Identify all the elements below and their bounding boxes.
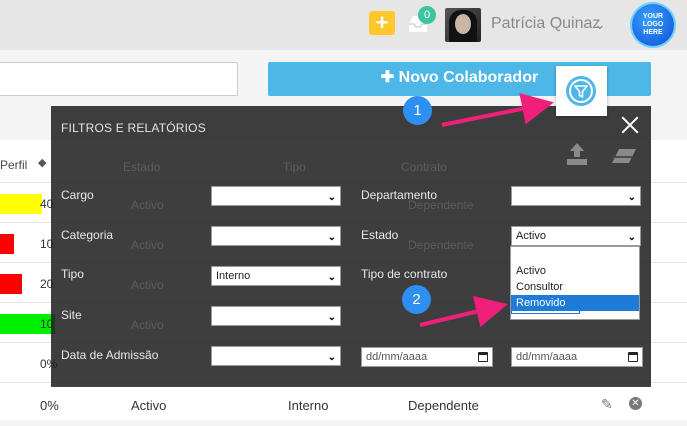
cell-tipo: Interno [288, 398, 329, 413]
label-tipo-contrato: Tipo de contrato [361, 267, 448, 281]
label-tipo: Tipo [61, 267, 84, 281]
chevron-down-icon: ⌄ [327, 232, 336, 243]
option-highlight [511, 295, 580, 314]
select-categoria[interactable]: ⌄ [211, 226, 341, 246]
option-activo[interactable]: Activo [511, 263, 639, 279]
calendar-icon[interactable] [478, 352, 488, 362]
chevron-down-icon: ⌄ [327, 192, 336, 203]
label-estado: Estado [361, 228, 399, 242]
user-name[interactable]: Patrícia Quinaz [491, 15, 600, 33]
cell-estado: Activo [131, 398, 167, 413]
edit-icon[interactable]: ✎ [601, 396, 613, 413]
step-1-badge: 1 [403, 96, 432, 125]
chevron-down-icon[interactable]: ⌄ [594, 16, 606, 33]
sort-icon[interactable]: ◆ [38, 156, 46, 169]
chevron-down-icon: ⌄ [627, 192, 636, 203]
faded-cell-estado: Activo [131, 278, 164, 292]
select-data-admissao[interactable]: ⌄ [211, 346, 341, 366]
select-estado[interactable]: Activo ⌄ [511, 226, 641, 246]
add-button[interactable]: + [369, 11, 395, 35]
calendar-icon[interactable] [628, 352, 638, 362]
plus-icon: ✚ [380, 69, 399, 86]
select-tipo[interactable]: Interno ⌄ [211, 266, 341, 286]
select-cargo[interactable]: ⌄ [211, 186, 341, 206]
upload-icon[interactable] [566, 142, 588, 166]
label-departamento: Departamento [361, 188, 438, 202]
chevron-down-icon: ⌄ [327, 272, 336, 283]
chevron-down-icon: ⌄ [327, 352, 336, 363]
close-icon[interactable] [621, 116, 639, 134]
faded-column-estado: Estado [123, 160, 161, 174]
label-categoria: Categoria [61, 228, 114, 242]
search-input[interactable] [0, 62, 238, 96]
option-consultor[interactable]: Consultor [511, 279, 639, 295]
profile-bar [0, 274, 22, 294]
column-header-perfil[interactable]: Perfil [0, 158, 27, 172]
faded-cell-estado: Activo [131, 318, 164, 332]
avatar[interactable] [445, 8, 481, 42]
profile-bar [0, 234, 14, 254]
faded-cell-estado: Activo [131, 238, 164, 252]
filter-icon [569, 79, 593, 103]
cell-contrato: Dependente [408, 398, 479, 413]
faded-cell-estado: Activo [131, 198, 164, 212]
faded-column-tipo: Tipo [283, 160, 306, 174]
modal-title: FILTROS E RELATÓRIOS [61, 121, 206, 135]
faded-cell-contrato: Dependente [408, 238, 474, 252]
label-site: Site [61, 308, 82, 322]
inbox-badge: 0 [418, 6, 436, 24]
date-from-input[interactable]: dd/mm/aaaa [361, 347, 493, 367]
select-site[interactable]: ⌄ [211, 306, 341, 326]
faded-column-contrato: Contrato [401, 160, 448, 174]
cell-perfil: 0% [40, 398, 59, 413]
profile-bar [0, 194, 42, 214]
delete-icon[interactable]: ✕ [629, 397, 642, 410]
chevron-down-icon: ⌄ [327, 312, 336, 323]
label-cargo: Cargo [61, 188, 94, 202]
select-departamento[interactable]: ⌄ [511, 186, 641, 206]
chevron-down-icon: ⌄ [627, 232, 636, 243]
eraser-icon[interactable] [611, 148, 637, 164]
step-2-badge: 2 [402, 285, 431, 314]
label-data-admissao: Data de Admissão [61, 348, 159, 362]
filter-button[interactable] [566, 76, 596, 106]
company-logo: YOUR LOGO HERE [632, 4, 674, 46]
date-to-input[interactable]: dd/mm/aaaa [511, 347, 643, 367]
